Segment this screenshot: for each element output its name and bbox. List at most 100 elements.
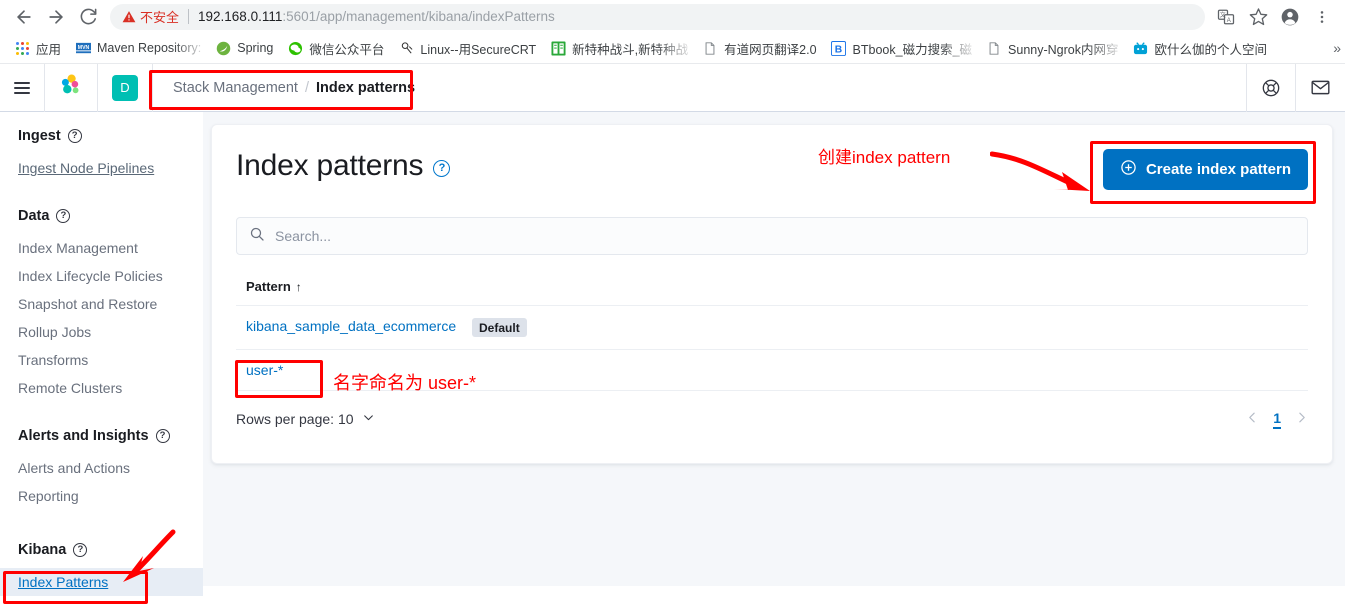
sidebar-item-transforms[interactable]: Transforms: [0, 346, 203, 374]
sidebar-item-index-lifecycle-policies[interactable]: Index Lifecycle Policies: [0, 262, 203, 290]
svg-text:A: A: [1227, 17, 1231, 23]
sidebar-item-reporting[interactable]: Reporting: [0, 482, 203, 510]
kibana-header: D Stack Management / Index patterns: [0, 63, 1345, 112]
btbook-icon: B: [831, 40, 847, 56]
warning-triangle-icon: [122, 10, 136, 22]
page-icon: [702, 40, 718, 56]
browser-toolbar: 不安全 192.168.0.111:5601/app/management/ki…: [0, 0, 1345, 33]
management-sidebar: Ingest ? Ingest Node Pipelines Data ? In…: [0, 112, 203, 596]
bookmark-securecrt[interactable]: Linux--用SecureCRT: [391, 36, 543, 61]
bookmark-bilibili[interactable]: 欧什么伽的个人空间: [1125, 36, 1274, 61]
question-circle-icon[interactable]: ?: [73, 543, 88, 557]
sidebar-item-index-management[interactable]: Index Management: [0, 234, 203, 262]
nav-group-label: Alerts and Insights: [18, 428, 149, 444]
bookmark-label: 欧什么伽的个人空间: [1154, 42, 1267, 57]
chevron-right-icon[interactable]: [1295, 409, 1308, 429]
bookmark-ngrok[interactable]: Sunny-Ngrok内网穿: [979, 36, 1125, 61]
reload-icon[interactable]: [72, 1, 104, 33]
bookmark-label: 应用: [36, 42, 62, 57]
bookmark-label: BTbook_磁力搜索_磁: [852, 42, 973, 57]
svg-text:B: B: [835, 44, 842, 55]
question-circle-icon[interactable]: ?: [155, 429, 170, 443]
header-divider: [152, 63, 153, 112]
sidebar-item-ingest-node-pipelines[interactable]: Ingest Node Pipelines: [0, 154, 203, 182]
search-input[interactable]: Search...: [236, 217, 1308, 255]
rows-per-page-selector[interactable]: Rows per page: 10: [236, 411, 375, 427]
sidebar-item-alerts-and-actions[interactable]: Alerts and Actions: [0, 454, 203, 482]
bookmarks-overflow-icon[interactable]: »: [1333, 40, 1341, 56]
column-header-pattern[interactable]: Pattern ↑: [236, 279, 1308, 306]
chevron-left-icon[interactable]: [1246, 409, 1259, 429]
bookmark-spring[interactable]: Spring: [208, 37, 280, 59]
mail-envelope-icon[interactable]: [1296, 64, 1345, 112]
breadcrumb-separator: /: [304, 79, 309, 96]
annotation-text-create: 创建index pattern: [818, 148, 951, 167]
url-text: 192.168.0.111:5601/app/management/kibana…: [198, 9, 555, 24]
bookmark-apps[interactable]: 应用: [7, 36, 68, 61]
hamburger-menu-icon: [14, 81, 30, 94]
question-circle-icon[interactable]: ?: [433, 159, 451, 177]
search-placeholder: Search...: [275, 228, 332, 244]
bookmark-label: Linux--用SecureCRT: [420, 42, 537, 57]
bilibili-icon: [1132, 40, 1148, 56]
table-footer: Rows per page: 10 1: [236, 409, 1308, 429]
apps-grid-icon: [14, 40, 30, 56]
nav-menu-button[interactable]: [0, 64, 44, 112]
status-badge: Default: [472, 318, 527, 337]
bookmark-wechat[interactable]: 微信公众平台: [280, 36, 391, 61]
create-index-pattern-button[interactable]: Create index pattern: [1102, 149, 1308, 190]
pattern-link[interactable]: kibana_sample_data_ecommerce: [246, 318, 456, 334]
search-icon: [249, 226, 265, 247]
security-label: 不安全: [140, 10, 180, 25]
svg-text:MVN: MVN: [77, 45, 89, 51]
nav-group-data: Data ?: [0, 208, 203, 224]
question-circle-icon[interactable]: ?: [67, 129, 82, 143]
elastic-logo-button[interactable]: [45, 64, 97, 112]
bookmark-label: Spring: [237, 41, 274, 55]
breadcrumb-stack-management[interactable]: Stack Management: [173, 80, 298, 96]
help-lifebuoy-icon[interactable]: [1247, 64, 1295, 112]
bookmark-star-icon[interactable]: [1243, 2, 1273, 32]
profile-avatar-icon[interactable]: [1275, 2, 1305, 32]
pattern-link[interactable]: user-*: [246, 362, 283, 378]
forward-arrow-icon[interactable]: [40, 1, 72, 33]
kebab-menu-icon[interactable]: [1307, 2, 1337, 32]
space-switcher-button[interactable]: D: [98, 64, 152, 112]
page-body: Ingest ? Ingest Node Pipelines Data ? In…: [0, 112, 1345, 596]
table-head: Pattern ↑: [236, 279, 1308, 306]
nav-group-label: Data: [18, 208, 50, 224]
table-header-row: Pattern ↑: [236, 279, 1308, 306]
screenshot-root: 不安全 192.168.0.111:5601/app/management/ki…: [0, 0, 1345, 605]
breadcrumb: Stack Management / Index patterns: [163, 75, 425, 101]
sidebar-item-rollup-jobs[interactable]: Rollup Jobs: [0, 318, 203, 346]
nav-group-ingest: Ingest ?: [0, 128, 203, 144]
bookmark-label: 微信公众平台: [309, 42, 385, 57]
question-circle-icon[interactable]: ?: [56, 209, 71, 223]
column-header-label: Pattern: [246, 279, 291, 294]
main-content: Index patterns ? Create index pattern Se…: [203, 112, 1345, 586]
breadcrumb-index-patterns[interactable]: Index patterns: [316, 80, 415, 96]
table-cell-pattern: kibana_sample_data_ecommerce Default: [236, 305, 1308, 350]
bookmark-youdao[interactable]: 有道网页翻译2.0: [695, 36, 823, 61]
page-title: Index patterns ?: [236, 149, 451, 183]
wechat-icon: [287, 40, 303, 56]
not-secure-indicator[interactable]: 不安全: [122, 7, 179, 26]
maven-icon: MVN: [75, 40, 91, 56]
elastic-logo-icon: [59, 73, 83, 102]
address-bar[interactable]: 不安全 192.168.0.111:5601/app/management/ki…: [110, 3, 1205, 30]
browser-actions: 文A: [1211, 2, 1337, 32]
bookmark-btbook[interactable]: B BTbook_磁力搜索_磁: [824, 36, 979, 61]
back-arrow-icon[interactable]: [8, 1, 40, 33]
bookmark-maven[interactable]: MVN Maven Repository:: [68, 37, 208, 59]
sidebar-item-remote-clusters[interactable]: Remote Clusters: [0, 374, 203, 402]
page-number-1[interactable]: 1: [1273, 410, 1281, 429]
sidebar-item-snapshot-and-restore[interactable]: Snapshot and Restore: [0, 290, 203, 318]
green-app-icon: [550, 40, 566, 56]
bookmark-label: 新特种战斗,新特种战: [572, 42, 689, 57]
bookmark-game[interactable]: 新特种战斗,新特种战: [543, 36, 695, 61]
table-row[interactable]: kibana_sample_data_ecommerce Default: [236, 305, 1308, 350]
translate-icon[interactable]: 文A: [1211, 2, 1241, 32]
sort-ascending-icon: ↑: [295, 280, 302, 294]
sidebar-item-index-patterns[interactable]: Index Patterns: [0, 568, 203, 596]
omnibox-divider: [188, 9, 190, 24]
